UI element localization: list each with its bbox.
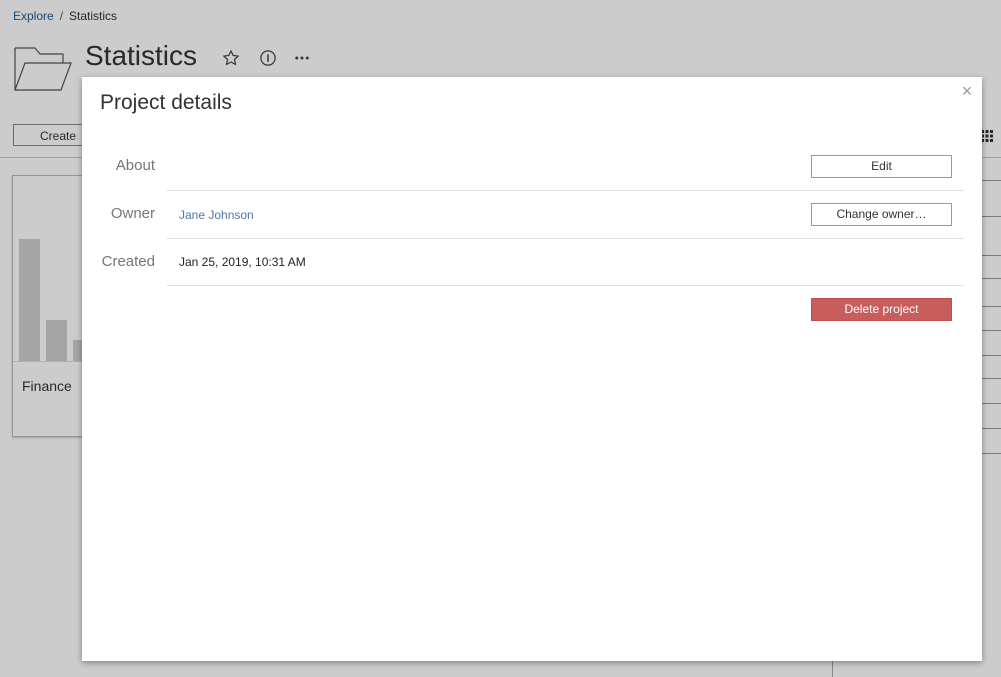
delete-project-button[interactable]: Delete project [811, 298, 952, 321]
created-value: Jan 25, 2019, 10:31 AM [179, 255, 306, 269]
row-divider [167, 238, 964, 239]
row-divider [167, 190, 964, 191]
about-label: About [115, 157, 155, 174]
edit-button[interactable]: Edit [811, 155, 952, 178]
owner-label: Owner [110, 205, 155, 222]
owner-link[interactable]: Jane Johnson [179, 208, 254, 222]
close-icon[interactable]: × [958, 82, 976, 100]
project-details-dialog: Project details × About Edit Owner Jane … [82, 77, 982, 661]
change-owner-button[interactable]: Change owner… [811, 203, 952, 226]
created-label: Created [101, 253, 155, 270]
dialog-title: Project details [100, 91, 232, 114]
row-divider [167, 285, 964, 286]
